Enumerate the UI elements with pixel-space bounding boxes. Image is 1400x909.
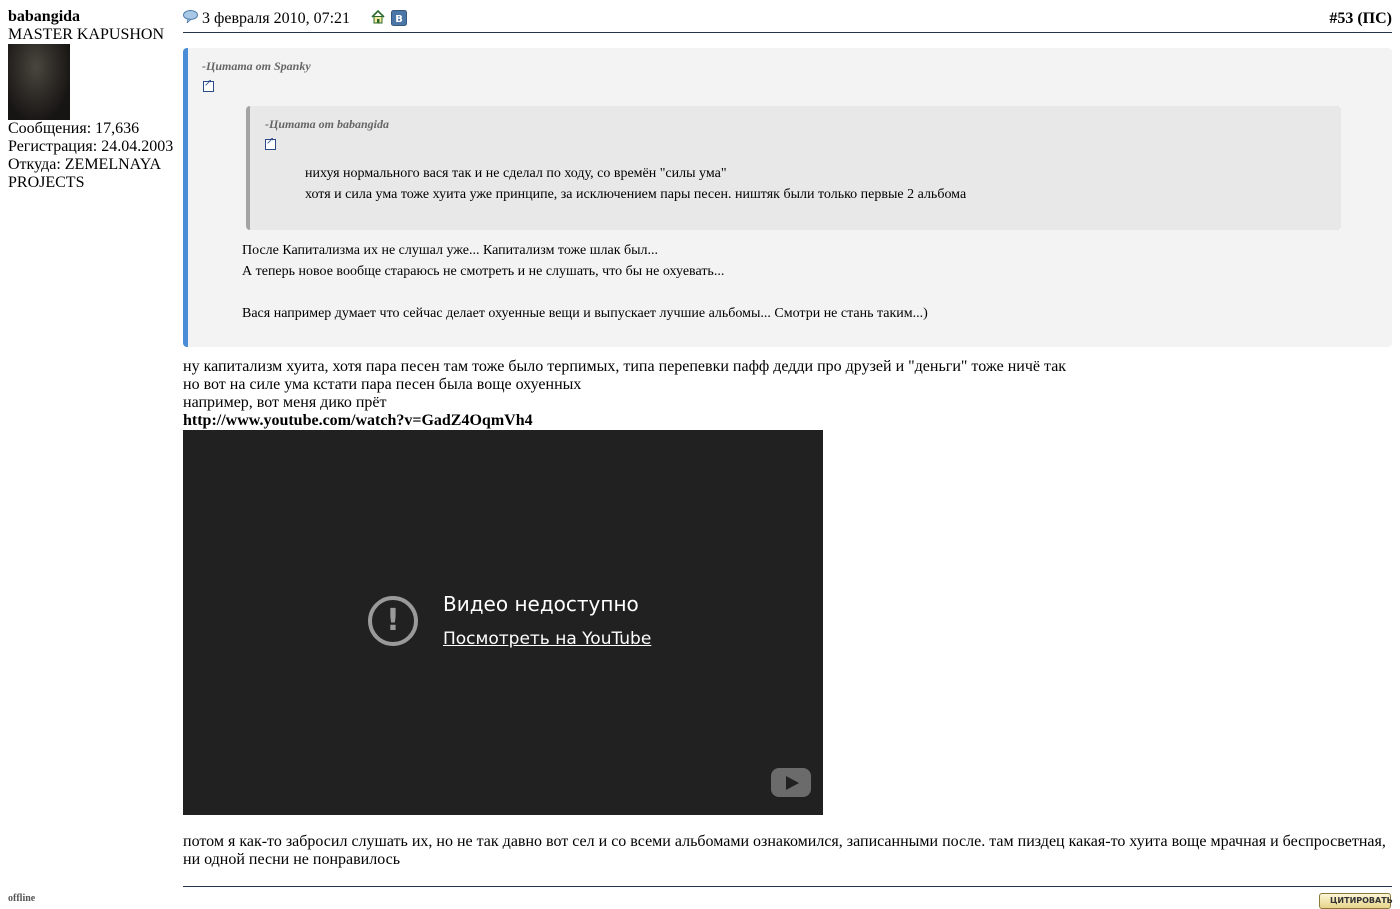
quote-line: А теперь новое вообще стараюсь не смотре… xyxy=(242,264,725,279)
vkontakte-icon[interactable]: В xyxy=(391,10,407,31)
svg-text:В: В xyxy=(395,14,403,25)
user-location-line-1: Откуда: ZEMELNAYA xyxy=(8,156,162,173)
post-date: 3 февраля 2010, 07:21 xyxy=(202,10,351,27)
youtube-logo-icon[interactable] xyxy=(771,768,811,797)
user-posts-count: Сообщения: 17,636 xyxy=(8,120,140,137)
quote-header-spanky: -Цитата от Spanky xyxy=(202,59,311,73)
quote-line: Вася например думает что сейчас делает о… xyxy=(242,306,928,321)
quote-block-spanky: -Цитата от Spanky -Цитата от babangida н… xyxy=(183,48,1392,347)
user-info-panel: babangida MASTER KAPUSHON Сообщения: 17,… xyxy=(8,8,178,192)
quote-header-babangida: -Цитата от babangida xyxy=(265,117,390,131)
quote-line: После Капитализма их не слушал уже... Ка… xyxy=(242,243,659,258)
quote-block-babangida: -Цитата от babangida нихуя нормального в… xyxy=(246,106,1341,230)
message-line: ну капитализм хуита, хотя пара песен там… xyxy=(183,358,1067,375)
private-message-link[interactable]: ПС xyxy=(1363,10,1387,27)
video-unavailable-title: Видео недоступно xyxy=(443,592,639,616)
quote-line: нихуя нормального вася так и не сделал п… xyxy=(305,166,727,181)
youtube-link[interactable]: http://www.youtube.com/watch?v=GadZ4OqmV… xyxy=(183,412,533,429)
online-status: offline xyxy=(8,893,36,904)
post-message: ну капитализм хуита, хотя пара песен там… xyxy=(183,358,1066,430)
user-location: Откуда: ZEMELNAYA PROJECTS xyxy=(8,156,178,192)
avatar xyxy=(8,44,70,120)
post-number-open-paren: ( xyxy=(1353,10,1363,27)
post-header: 3 февраля 2010, 07:21 В #53 (ПС) xyxy=(183,8,1392,33)
post-icon xyxy=(183,10,198,28)
post-number-close-paren: ) xyxy=(1386,10,1392,27)
quote-source-link-icon[interactable] xyxy=(265,136,276,150)
message-line: но вот на силе ума кстати пара песен был… xyxy=(183,376,582,393)
user-location-line-2: PROJECTS xyxy=(8,174,85,191)
post-number-link[interactable]: #53 xyxy=(1329,10,1353,27)
post-number: #53 (ПС) xyxy=(1329,10,1392,28)
post-footer-divider xyxy=(183,886,1392,887)
home-icon[interactable] xyxy=(371,9,385,29)
quote-source-link-icon[interactable] xyxy=(203,78,214,92)
watch-on-youtube-link[interactable]: Посмотреть на YouTube xyxy=(443,629,651,649)
username[interactable]: babangida xyxy=(8,8,178,26)
user-title: MASTER KAPUSHON xyxy=(8,26,165,43)
warning-icon: ! xyxy=(368,596,418,646)
quote-button[interactable]: ЦИТИРОВАТЬ xyxy=(1319,893,1393,909)
youtube-video-embed[interactable]: ! Видео недоступно Посмотреть на YouTube xyxy=(183,430,823,815)
message-paragraph: потом я как-то забросил слушать их, но н… xyxy=(183,833,1386,868)
quote-line: хотя и сила ума тоже хуита уже принципе,… xyxy=(305,187,967,202)
user-registration: Регистрация: 24.04.2003 xyxy=(8,138,174,155)
message-line: например, вот меня дико прёт xyxy=(183,394,387,411)
